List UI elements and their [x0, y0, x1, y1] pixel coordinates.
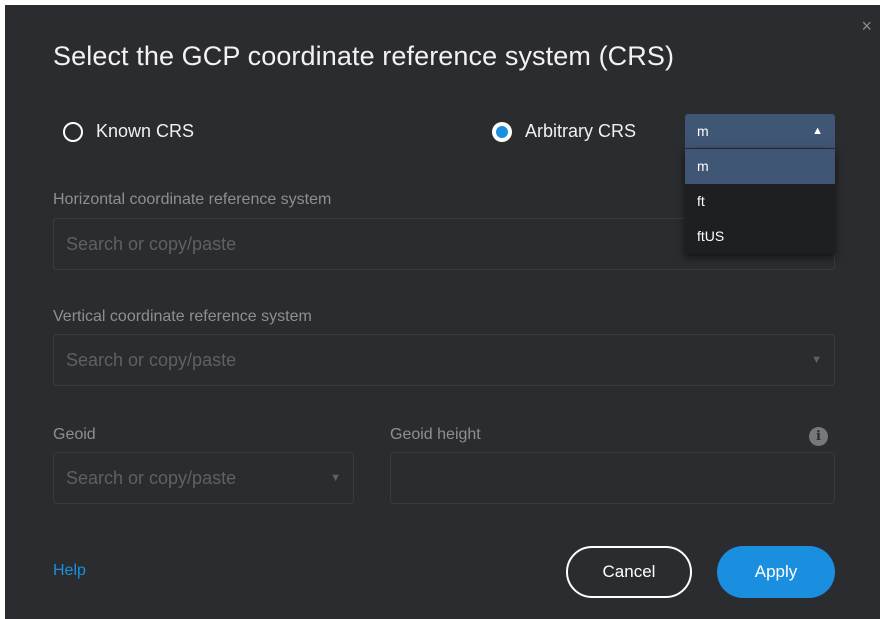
vertical-crs-placeholder: Search or copy/paste — [66, 349, 237, 370]
unit-option-m[interactable]: m — [685, 149, 835, 184]
arbitrary-crs-label: Arbitrary CRS — [525, 121, 637, 141]
unit-dropdown-menu: m ft ftUS — [685, 149, 835, 254]
dialog-title: Select the GCP coordinate reference syst… — [53, 41, 675, 71]
radio-unchecked-icon[interactable] — [63, 121, 83, 142]
unit-select[interactable]: m ▲ — [685, 114, 835, 148]
vertical-crs-input[interactable]: Search or copy/paste ▼ — [53, 334, 835, 386]
geoid-label: Geoid — [53, 426, 96, 443]
info-icon[interactable]: i — [809, 427, 828, 446]
unit-option-ft[interactable]: ft — [685, 184, 835, 219]
radio-checked-icon[interactable] — [492, 121, 512, 142]
apply-button[interactable]: Apply — [717, 546, 835, 598]
horizontal-crs-placeholder: Search or copy/paste — [66, 233, 237, 254]
close-icon[interactable]: × — [861, 17, 872, 35]
crs-dialog: × Select the GCP coordinate reference sy… — [5, 5, 880, 619]
known-crs-radio[interactable]: Known CRS — [63, 121, 194, 142]
help-link[interactable]: Help — [53, 562, 86, 580]
known-crs-label: Known CRS — [96, 121, 195, 141]
geoid-input[interactable]: Search or copy/paste ▼ — [53, 452, 354, 504]
geoid-placeholder: Search or copy/paste — [66, 467, 237, 488]
geoid-height-label: Geoid height — [390, 426, 481, 443]
chevron-up-icon: ▲ — [812, 125, 823, 137]
unit-option-ftus[interactable]: ftUS — [685, 219, 835, 254]
unit-select-value: m — [697, 123, 709, 139]
vertical-crs-label: Vertical coordinate reference system — [53, 308, 312, 325]
arbitrary-crs-radio[interactable]: Arbitrary CRS — [492, 121, 636, 142]
geoid-height-input[interactable] — [390, 452, 835, 504]
horizontal-crs-label: Horizontal coordinate reference system — [53, 191, 332, 208]
chevron-down-icon[interactable]: ▼ — [811, 354, 822, 366]
chevron-down-icon[interactable]: ▼ — [330, 472, 341, 484]
cancel-button[interactable]: Cancel — [566, 546, 692, 598]
